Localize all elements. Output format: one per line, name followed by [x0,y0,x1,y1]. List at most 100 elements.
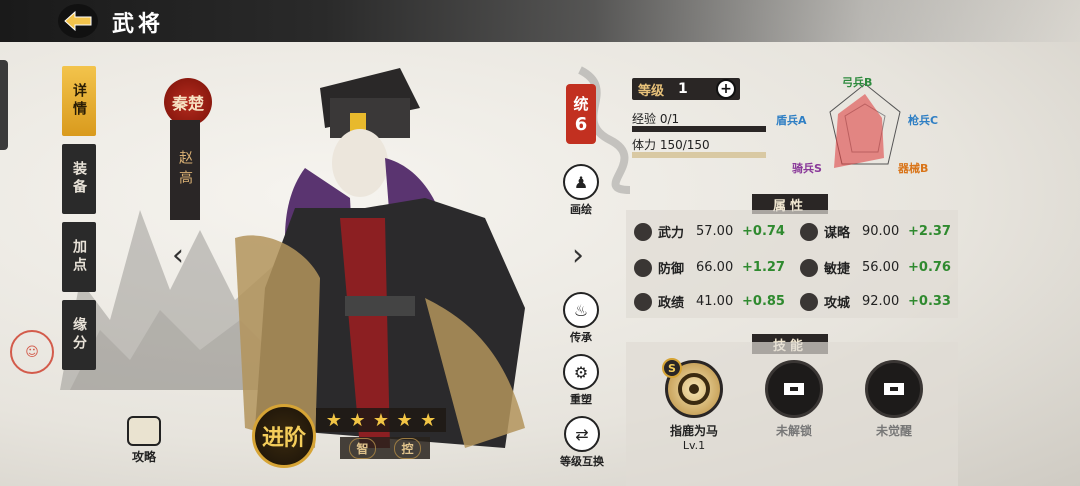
portrait-button[interactable]: ♟ 画绘 [556,164,606,217]
attr-name: 政绩 [658,296,685,311]
exp-row: 经验 0/1 [632,110,679,127]
level-swap-button-label: 等级互换 [560,455,604,468]
advance-button[interactable]: 进阶 [252,404,316,468]
prev-hero-button[interactable]: ‹ [172,238,184,273]
attr-value: 56.00 [862,260,900,275]
next-hero-button[interactable]: › [572,238,584,273]
level-value: 1 [678,81,688,97]
force-icon [634,222,652,241]
swirl-icon [678,373,710,405]
attr-name: 防御 [658,262,685,277]
swap-icon: ⇄ [564,416,600,452]
command-label: 统 [573,95,589,113]
faction-badge: 秦楚 [164,78,212,126]
tab-list: 详情 装备 加点 缘分 [62,66,98,378]
troop-shield: 盾兵A [776,114,807,127]
attr-row: 武力 57.00 +0.74 [634,222,785,241]
stamina-label: 体力 [632,138,657,152]
skill-level: Lv.1 [682,439,706,452]
level-swap-button[interactable]: ⇄ 等级互换 [552,416,612,469]
attr-value: 92.00 [862,294,900,309]
command-badge: 统 6 [566,84,596,144]
tab-details[interactable]: 详情 [62,66,96,136]
attr-row: 敏捷 56.00 +0.76 [800,258,951,277]
attr-bonus: +0.76 [908,260,951,275]
stamp-icon[interactable]: ☺ [10,330,54,374]
attr-row: 攻城 92.00 +0.33 [800,292,951,311]
game-screen: 武将 详情 装备 加点 缘分 ☺ 秦楚 赵高 ‹ › 攻略 进阶 ★ ★ ★ ★… [0,0,1080,486]
politics-icon [634,292,652,311]
exp-value: 0/1 [659,112,680,126]
lock-icon [765,360,823,418]
trait-tag: 控 [394,437,421,459]
skill-grade-badge: S [662,358,682,378]
stamina-bar-fill [632,152,766,158]
attr-value: 66.00 [696,260,734,275]
agility-icon [800,258,818,277]
star-icon: ★ [325,409,342,431]
attr-name: 敏捷 [824,262,851,277]
skill-slot-3[interactable]: 未觉醒 [854,360,934,439]
exp-label: 经验 [632,112,657,126]
trait-list: 智 控 [340,437,430,459]
back-arrow-icon [64,10,92,32]
command-value: 6 [574,114,588,135]
attr-row: 政绩 41.00 +0.85 [634,292,785,311]
reshape-button[interactable]: ⚙ 重塑 [556,354,606,407]
scroll-icon [127,416,161,446]
tab-fate[interactable]: 缘分 [62,300,96,370]
attr-row: 谋略 90.00 +2.37 [800,222,951,241]
portrait-icon: ♟ [563,164,599,200]
attr-name: 攻城 [824,296,851,311]
defense-icon [634,258,652,277]
attr-bonus: +0.33 [908,294,951,309]
page-title: 武将 [112,12,165,37]
attr-bonus: +0.85 [742,294,785,309]
attr-bonus: +0.74 [742,224,785,239]
stamina-row: 体力 150/150 [632,136,710,153]
troop-cavalry: 骑兵S [792,162,822,175]
exp-bar [632,126,766,132]
tab-points[interactable]: 加点 [62,222,96,292]
skill-name: 未解锁 [775,424,812,438]
attr-name: 武力 [658,226,685,241]
lock-icon [865,360,923,418]
attr-value: 90.00 [862,224,900,239]
attr-value: 41.00 [696,294,734,309]
hero-name: 赵高 [170,120,200,220]
back-button[interactable] [58,4,98,38]
flame-icon: ♨ [563,292,599,328]
side-drawer-handle[interactable] [0,60,8,150]
skill-slot-2[interactable]: 未解锁 [754,360,834,439]
tab-equipment[interactable]: 装备 [62,144,96,214]
level-label: 等级 [638,83,665,99]
stamina-bar [632,152,766,158]
strategy-attr-icon [800,222,818,241]
inherit-button[interactable]: ♨ 传承 [556,292,606,345]
skill-name: 未觉醒 [875,424,912,438]
skill-name: 指鹿为马 [669,424,718,438]
reshape-button-label: 重塑 [570,393,592,406]
siege-icon [800,292,818,311]
star-icon: ★ [372,409,390,431]
attr-name: 谋略 [824,226,851,241]
star-rating: ★ ★ ★ ★ ★ [316,408,446,432]
portrait-button-label: 画绘 [570,203,592,216]
attr-row: 防御 66.00 +1.27 [634,258,785,277]
star-icon: ★ [396,409,413,431]
reshape-icon: ⚙ [563,354,599,390]
strategy-label: 攻略 [131,450,156,464]
inherit-button-label: 传承 [570,331,592,344]
star-icon: ★ [349,409,366,431]
troop-siege: 器械B [898,162,929,175]
troop-archer: 弓兵B [842,76,873,89]
attr-bonus: +2.37 [908,224,951,239]
level-up-button[interactable]: + [716,79,736,99]
attr-bonus: +1.27 [742,260,785,275]
troop-radar: 弓兵B 枪兵C 器械B 骑兵S 盾兵A [770,74,960,184]
troop-spear: 枪兵C [908,114,939,127]
attr-value: 57.00 [696,224,734,239]
trait-tag: 智 [349,437,376,459]
stamina-value: 150/150 [659,138,710,152]
strategy-button[interactable]: 攻略 [120,416,168,465]
